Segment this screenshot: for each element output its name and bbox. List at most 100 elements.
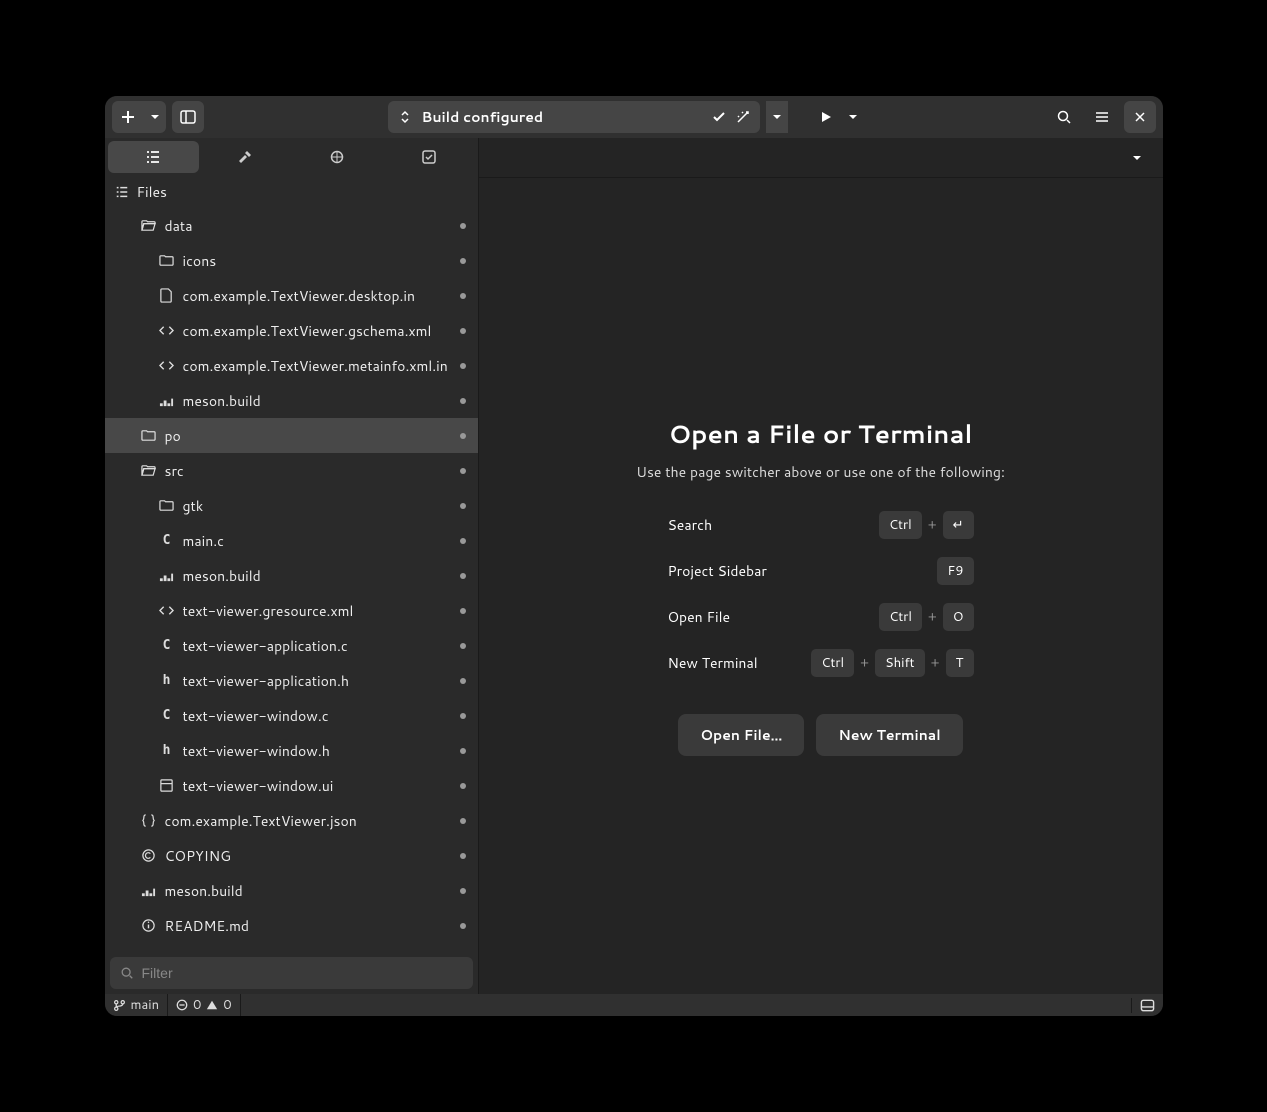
tree-row[interactable]: meson.build	[105, 873, 478, 908]
tree-row-label: COPYING	[165, 846, 452, 866]
key-plus: +	[928, 608, 937, 626]
sidebar-section-title: Files	[105, 176, 478, 208]
shortcut-keys: Ctrl+↵	[879, 511, 974, 539]
branch-icon	[113, 999, 126, 1012]
tree-row-label: gtk	[183, 496, 452, 516]
shortcut-label: New Terminal	[668, 653, 812, 673]
tree-row[interactable]: meson.build	[105, 383, 478, 418]
c-icon: C	[159, 638, 175, 653]
key: ↵	[943, 511, 974, 539]
shortcut-row: Project SidebarF9	[668, 556, 974, 586]
shortcut-label: Search	[668, 515, 879, 535]
sidebar-icon	[180, 109, 196, 125]
h-icon: h	[159, 673, 175, 688]
tree-row[interactable]: Ctext-viewer-window.c	[105, 698, 478, 733]
vcs-dot-icon	[460, 223, 466, 229]
close-button[interactable]	[1124, 101, 1156, 133]
folder-icon	[141, 428, 157, 443]
tree-row[interactable]: com.example.TextViewer.desktop.in	[105, 278, 478, 313]
folder-open-icon	[141, 218, 157, 233]
tree-row[interactable]: com.example.TextViewer.gschema.xml	[105, 313, 478, 348]
key: T	[946, 649, 974, 677]
vcs-dot-icon	[460, 923, 466, 929]
key: O	[943, 603, 974, 631]
key: Ctrl	[879, 511, 922, 539]
build-status[interactable]: Build configured	[388, 101, 760, 133]
tree-row[interactable]: text-viewer-window.ui	[105, 768, 478, 803]
new-dropdown[interactable]	[144, 101, 166, 133]
tree-row[interactable]: icons	[105, 243, 478, 278]
folder-open-icon	[141, 463, 157, 478]
tree-row-label: text-viewer-window.c	[183, 706, 452, 726]
tree-row[interactable]: data	[105, 208, 478, 243]
tree-row[interactable]: src	[105, 453, 478, 488]
vcs-dot-icon	[460, 573, 466, 579]
status-diagnostics[interactable]: 0 0	[168, 994, 241, 1016]
tree-row[interactable]: Ctext-viewer-application.c	[105, 628, 478, 663]
ui-icon	[159, 778, 175, 793]
key: Ctrl	[811, 649, 854, 677]
tree-row[interactable]: COPYING	[105, 838, 478, 873]
tree-row[interactable]: com.example.TextViewer.metainfo.xml.in	[105, 348, 478, 383]
shortcut-keys: Ctrl+O	[879, 603, 973, 631]
search-button[interactable]	[1048, 101, 1080, 133]
shortcut-row: New TerminalCtrl+Shift+T	[668, 648, 974, 678]
globe-icon	[329, 149, 345, 165]
page-switcher-dropdown[interactable]	[1121, 142, 1153, 174]
menu-button[interactable]	[1086, 101, 1118, 133]
open-file-button[interactable]: Open File…	[678, 714, 804, 756]
toggle-sidebar-button[interactable]	[172, 101, 204, 133]
tree-row[interactable]: com.example.TextViewer.json	[105, 803, 478, 838]
vcs-dot-icon	[460, 293, 466, 299]
file-tree[interactable]: dataiconscom.example.TextViewer.desktop.…	[105, 208, 478, 952]
tree-row[interactable]: htext-viewer-application.h	[105, 663, 478, 698]
tab-files[interactable]	[108, 141, 200, 173]
tree-row-label: meson.build	[183, 566, 452, 586]
new-terminal-button[interactable]: New Terminal	[816, 714, 962, 756]
tree-row[interactable]: gtk	[105, 488, 478, 523]
run-dropdown[interactable]	[842, 101, 864, 133]
build-split-button	[766, 101, 788, 133]
check-square-icon	[421, 149, 437, 165]
folder-icon	[159, 253, 175, 268]
tree-row[interactable]: README.md	[105, 908, 478, 943]
build-dropdown[interactable]	[766, 101, 788, 133]
error-count: 0	[193, 996, 201, 1014]
statusbar: main 0 0	[105, 994, 1163, 1016]
hamburger-icon	[1094, 109, 1110, 125]
file-icon	[159, 288, 175, 303]
shortcut-label: Project Sidebar	[668, 561, 938, 581]
tree-row[interactable]: po	[105, 418, 478, 453]
vcs-dot-icon	[460, 853, 466, 859]
plus-icon	[120, 109, 136, 125]
new-button[interactable]	[112, 101, 144, 133]
chevron-down-icon	[1133, 154, 1141, 162]
tree-row[interactable]: htext-viewer-window.h	[105, 733, 478, 768]
tab-build[interactable]	[199, 141, 291, 173]
search-icon	[120, 966, 134, 980]
shortcut-keys: Ctrl+Shift+T	[811, 649, 973, 677]
tree-row[interactable]: text-viewer.gresource.xml	[105, 593, 478, 628]
status-vcs[interactable]: main	[105, 994, 169, 1016]
tree-row[interactable]: Cmain.c	[105, 523, 478, 558]
tree-row[interactable]: meson.build	[105, 558, 478, 593]
search-icon	[1056, 109, 1072, 125]
tab-todo[interactable]	[383, 141, 475, 173]
shortcut-list: SearchCtrl+↵Project SidebarF9Open FileCt…	[668, 510, 974, 678]
filter-input[interactable]	[142, 965, 463, 981]
tree-row-label: text-viewer-application.c	[183, 636, 452, 656]
shortcut-keys: F9	[937, 557, 973, 585]
folder-icon	[159, 498, 175, 513]
code-icon	[159, 358, 175, 373]
new-split-button	[112, 101, 166, 133]
shortcut-label: Open File	[668, 607, 880, 627]
status-panel-toggle[interactable]	[1131, 998, 1163, 1013]
run-button[interactable]	[810, 101, 842, 133]
branch-label: main	[131, 996, 160, 1014]
vcs-dot-icon	[460, 433, 466, 439]
content-area: Files dataiconscom.example.TextViewer.de…	[105, 138, 1163, 994]
copyright-icon	[141, 848, 157, 863]
vcs-dot-icon	[460, 398, 466, 404]
vcs-dot-icon	[460, 328, 466, 334]
tab-debug[interactable]	[291, 141, 383, 173]
